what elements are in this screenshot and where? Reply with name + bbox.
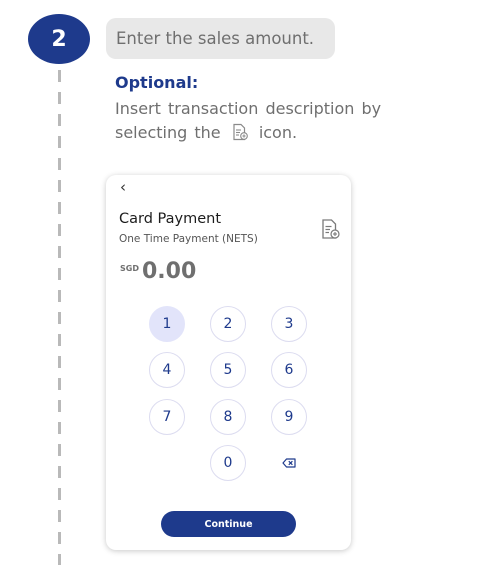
card-title: Card Payment [119, 211, 222, 227]
document-edit-icon [322, 219, 340, 239]
keypad-key-0[interactable]: 0 [210, 445, 246, 481]
keypad-key-3[interactable]: 3 [271, 306, 307, 342]
step-instruction-text: Enter the sales amount. [116, 29, 315, 48]
document-edit-icon [231, 123, 249, 148]
keypad-key-7[interactable]: 7 [149, 399, 185, 435]
amount-value: 0.00 [141, 259, 197, 284]
keypad-key-8[interactable]: 8 [210, 399, 246, 435]
continue-button[interactable]: Continue [161, 511, 296, 537]
keypad-key-6[interactable]: 6 [271, 352, 307, 388]
optional-text-after: icon. [258, 123, 298, 142]
keypad-key-5[interactable]: 5 [210, 352, 246, 388]
backspace-button[interactable] [271, 445, 307, 481]
timeline-line [58, 70, 61, 565]
add-description-button[interactable] [319, 218, 341, 240]
amount-display: SGD 0.00 [120, 259, 196, 284]
step-number-badge: 2 [28, 14, 90, 64]
back-chevron-icon[interactable]: ‹ [120, 178, 126, 196]
card-subtitle: One Time Payment (NETS) [119, 233, 258, 245]
keypad-key-2[interactable]: 2 [210, 306, 246, 342]
optional-description: Insert transaction description by select… [115, 97, 395, 148]
step-instruction: Enter the sales amount. [106, 18, 335, 59]
step-number: 2 [51, 26, 67, 52]
optional-label: Optional: [115, 73, 199, 92]
keypad-key-1[interactable]: 1 [149, 306, 185, 342]
currency-label: SGD [120, 264, 139, 273]
keypad-key-9[interactable]: 9 [271, 399, 307, 435]
payment-card: ‹ Card Payment One Time Payment (NETS) S… [106, 175, 351, 550]
keypad-key-4[interactable]: 4 [149, 352, 185, 388]
backspace-icon [282, 458, 296, 468]
